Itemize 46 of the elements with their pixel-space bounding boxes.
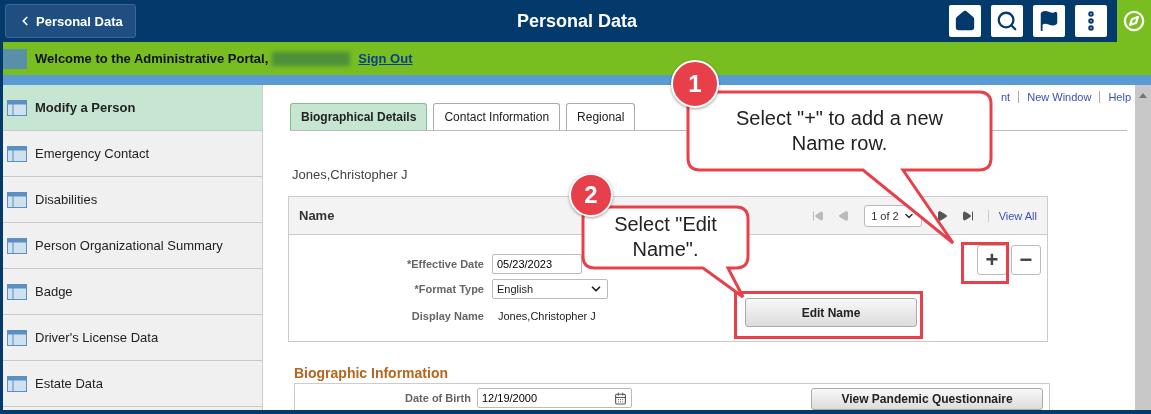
edit-name-button[interactable]: Edit Name xyxy=(745,298,917,327)
field-label: Display Name xyxy=(410,310,484,322)
table-icon xyxy=(7,283,27,300)
header-link[interactable]: nt xyxy=(993,91,1019,103)
search-icon[interactable] xyxy=(991,5,1023,37)
home-icon[interactable] xyxy=(949,5,981,37)
table-icon xyxy=(7,329,27,346)
calendar-icon[interactable] xyxy=(614,391,627,405)
step-badge: 2 xyxy=(569,173,613,217)
sign-out-link[interactable]: Sign Out xyxy=(358,51,413,66)
panel-title: Name xyxy=(299,208,335,223)
remove-button[interactable]: − xyxy=(1011,245,1041,275)
callout-text: Select "Edit Name". xyxy=(613,212,718,262)
tab[interactable]: Contact Information xyxy=(433,103,561,130)
sidebar-item[interactable]: Modify a Person xyxy=(3,85,262,131)
portal-icon xyxy=(3,48,27,69)
menu-icon[interactable] xyxy=(1075,5,1107,37)
next-icon[interactable] xyxy=(935,209,948,222)
add-button[interactable]: + xyxy=(977,245,1007,275)
table-icon xyxy=(7,191,27,208)
field-label: *Format Type xyxy=(413,283,484,295)
date-input[interactable]: 05/23/2023 xyxy=(492,254,582,274)
field-label: *Effective Date xyxy=(405,258,484,270)
highlight-frame xyxy=(961,242,1009,284)
view-all-link[interactable]: View All xyxy=(987,209,1037,222)
page-title: Personal Data xyxy=(516,10,638,31)
questionnaire-button[interactable]: View Pandemic Questionnaire xyxy=(811,388,1043,410)
field-label: Date of Birth xyxy=(404,392,471,404)
callout-text: Select "+" to add a new Name row. xyxy=(734,106,945,156)
display-name-value: Jones,Christopher J xyxy=(497,309,597,324)
table-icon xyxy=(7,145,27,162)
person-name: Jones,Christopher J xyxy=(292,167,409,182)
table-icon xyxy=(7,99,27,116)
last-icon[interactable] xyxy=(961,209,974,222)
table-icon xyxy=(7,237,27,254)
date-input[interactable]: 12/19/2000 xyxy=(477,388,632,408)
tab[interactable]: Regional xyxy=(566,103,636,130)
format-select[interactable]: English xyxy=(492,279,608,299)
scrollbar[interactable] xyxy=(1135,85,1151,410)
section-title: Biographic Information xyxy=(294,365,449,381)
tab[interactable]: Biographical Details xyxy=(290,103,428,130)
back-button[interactable]: Personal Data xyxy=(5,4,136,38)
header-link[interactable]: New Window xyxy=(1018,91,1100,103)
welcome-text: Welcome to the Administrative Portal, xyxy=(35,51,269,66)
flag-icon[interactable] xyxy=(1033,5,1065,37)
table-icon xyxy=(7,375,27,392)
